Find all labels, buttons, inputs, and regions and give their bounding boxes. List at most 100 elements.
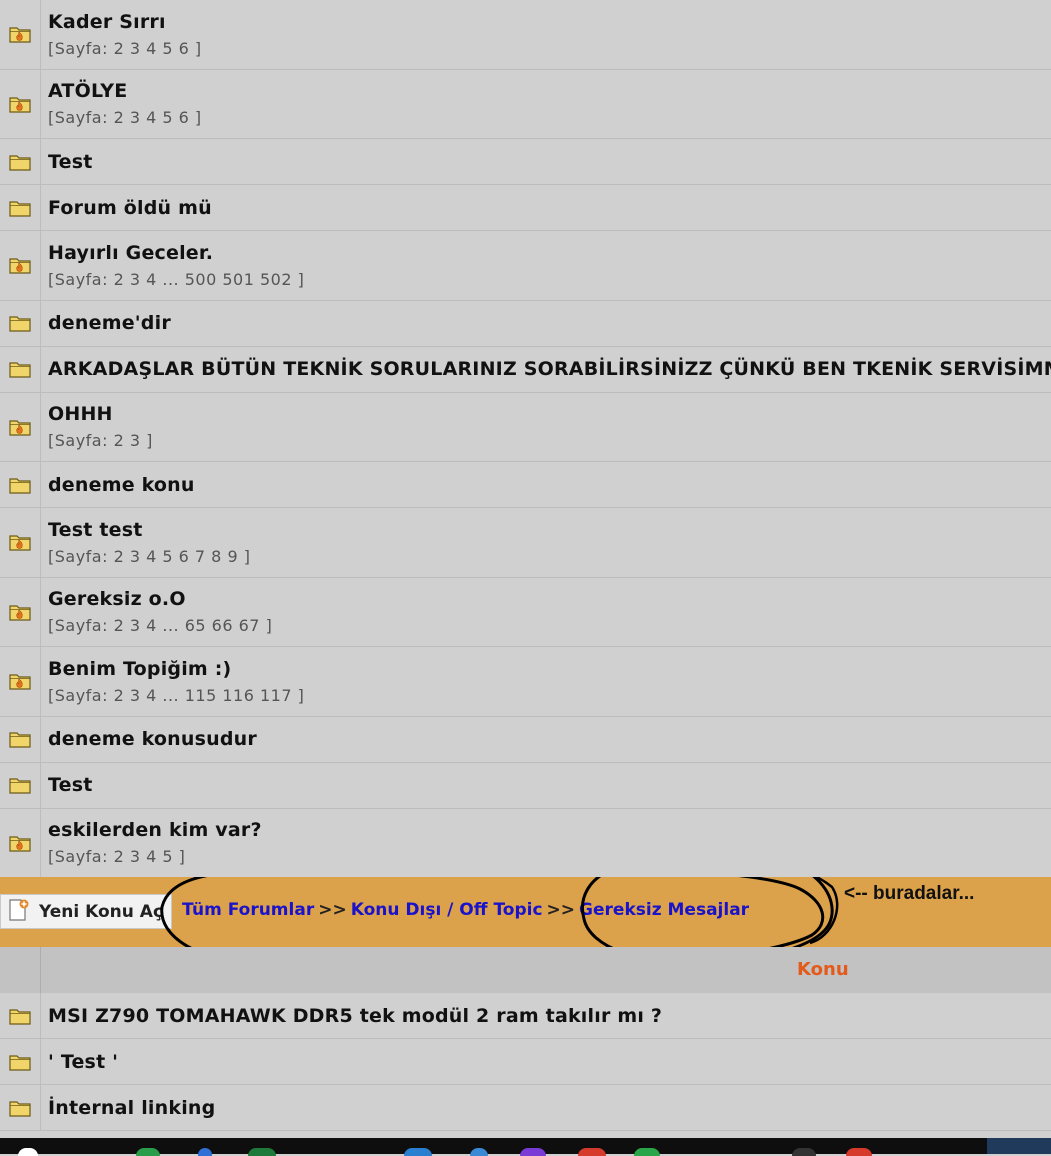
hot-folder-icon (0, 392, 41, 461)
topic-title-link[interactable]: Gereksiz o.O (48, 588, 1051, 610)
topic-title-link[interactable]: Hayırlı Geceler. (48, 242, 1051, 264)
taskbar-active-app[interactable] (987, 1138, 1051, 1154)
topic-pagination[interactable]: [Sayfa: 2 3 4 ... 115 116 117 ] (48, 686, 1051, 705)
hot-folder-icon (0, 508, 41, 577)
folder-icon (0, 346, 41, 392)
topic-pagination[interactable]: [Sayfa: 2 3 4 ... 500 501 502 ] (48, 270, 1051, 289)
taskbar-app-icon[interactable] (404, 1148, 432, 1156)
breadcrumb: Tüm Forumlar >> Konu Dışı / Off Topic >> Ger… (182, 900, 749, 920)
topic-row[interactable]: Test (0, 139, 1051, 185)
topic-title-cell: Benim Topiğim :) [Sayfa: 2 3 4 ... 115 11… (41, 647, 1051, 716)
new-topic-button[interactable]: Yeni Konu Aç (0, 894, 172, 929)
topic-title-link[interactable]: Kader Sırrı (48, 11, 1051, 33)
topic-title-link[interactable]: ' Test ' (48, 1051, 1051, 1073)
topic-row[interactable]: Forum öldü mü (0, 185, 1051, 231)
new-topic-label: Yeni Konu Aç (39, 901, 164, 922)
topic-title-link[interactable]: ARKADAŞLAR BÜTÜN TEKNİK SORULARINIZ SORA… (48, 358, 1051, 380)
hot-folder-icon (0, 69, 41, 138)
topic-pagination[interactable]: [Sayfa: 2 3 4 5 ] (48, 847, 1051, 866)
topic-title-cell: Hayırlı Geceler. [Sayfa: 2 3 4 ... 500 50… (41, 231, 1051, 300)
taskbar-app-icon[interactable] (578, 1148, 606, 1156)
folder-icon (0, 1039, 41, 1084)
topic-title-link[interactable]: OHHH (48, 403, 1051, 425)
topic-title-cell: Kader Sırrı [Sayfa: 2 3 4 5 6 ] (41, 0, 1051, 69)
folder-icon (0, 462, 41, 507)
new-topic-icon (7, 898, 31, 926)
topic-list-header: Konu (0, 947, 1051, 993)
folder-icon (0, 300, 41, 346)
topic-title-link[interactable]: deneme'dir (48, 312, 1051, 334)
breadcrumb-separator: >> (546, 900, 576, 920)
topic-title-cell: MSI Z790 TOMAHAWK DDR5 tek modül 2 ram t… (41, 993, 1051, 1038)
folder-icon (0, 762, 41, 808)
topic-title-link[interactable]: İnternal linking (48, 1097, 1051, 1119)
topic-title-link[interactable]: Benim Topiğim :) (48, 658, 1051, 680)
breadcrumb-separator: >> (318, 900, 347, 920)
topic-title-cell: Forum öldü mü (41, 185, 1051, 230)
topic-pagination[interactable]: [Sayfa: 2 3 4 ... 65 66 67 ] (48, 616, 1051, 635)
folder-icon (0, 716, 41, 762)
topic-row[interactable]: deneme'dir (0, 300, 1051, 347)
topic-row[interactable]: deneme konu (0, 462, 1051, 508)
taskbar-app-icon[interactable] (520, 1148, 546, 1156)
start-icon[interactable] (18, 1148, 38, 1156)
topic-row[interactable]: eskilerden kim var? [Sayfa: 2 3 4 5 ] (0, 808, 1051, 878)
topic-title-cell: ARKADAŞLAR BÜTÜN TEKNİK SORULARINIZ SORA… (41, 347, 1051, 392)
topic-row[interactable]: Benim Topiğim :) [Sayfa: 2 3 4 ... 115 11… (0, 647, 1051, 717)
taskbar-app-icon[interactable] (846, 1148, 872, 1156)
topic-title-link[interactable]: deneme konu (48, 474, 1051, 496)
taskbar-app-icon[interactable] (634, 1148, 660, 1156)
taskbar-app-icon[interactable] (470, 1148, 488, 1156)
topic-title-cell: ' Test ' (41, 1039, 1051, 1084)
breadcrumb-off-topic[interactable]: Konu Dışı / Off Topic (351, 900, 543, 920)
breadcrumb-gereksiz-mesajlar[interactable]: Gereksiz Mesajlar (579, 900, 749, 920)
topic-pagination[interactable]: [Sayfa: 2 3 ] (48, 431, 1051, 450)
topic-row[interactable]: Test (0, 762, 1051, 809)
topic-title-link[interactable]: deneme konusudur (48, 728, 1051, 750)
topic-title-cell: Gereksiz o.O [Sayfa: 2 3 4 ... 65 66 67 ] (41, 578, 1051, 647)
topic-row[interactable]: deneme konusudur (0, 716, 1051, 763)
topic-title-link[interactable]: Test (48, 774, 1051, 796)
folder-icon (0, 993, 41, 1038)
annotation-note: <-- buradalar... (844, 883, 975, 904)
topic-title-link[interactable]: ATÖLYE (48, 80, 1051, 102)
topic-title-cell: OHHH [Sayfa: 2 3 ] (41, 393, 1051, 462)
topic-title-link[interactable]: Forum öldü mü (48, 197, 1051, 219)
topic-row[interactable]: Hayırlı Geceler. [Sayfa: 2 3 4 ... 500 50… (0, 231, 1051, 301)
topic-pagination[interactable]: [Sayfa: 2 3 4 5 6 7 8 9 ] (48, 547, 1051, 566)
hot-folder-icon (0, 808, 41, 877)
topic-title-cell: Test (41, 139, 1051, 184)
topic-title-link[interactable]: Test (48, 151, 1051, 173)
hot-folder-icon (0, 0, 41, 69)
topic-row[interactable]: İnternal linking (0, 1085, 1051, 1131)
folder-icon (0, 139, 41, 184)
topic-row[interactable]: Kader Sırrı [Sayfa: 2 3 4 5 6 ] (0, 0, 1051, 70)
forum-navbar: Yeni Konu Aç Tüm Forumlar >> Konu Dışı / O… (0, 877, 1051, 968)
topic-row[interactable]: Gereksiz o.O [Sayfa: 2 3 4 ... 65 66 67 ] (0, 577, 1051, 647)
topic-row[interactable]: OHHH [Sayfa: 2 3 ] (0, 392, 1051, 462)
topic-title-link[interactable]: eskilerden kim var? (48, 819, 1051, 841)
taskbar-app-icon[interactable] (248, 1148, 276, 1156)
taskbar-app-icon[interactable] (136, 1148, 160, 1156)
hot-folder-icon (0, 577, 41, 646)
topic-row[interactable]: ' Test ' (0, 1039, 1051, 1085)
topic-title-cell: deneme'dir (41, 301, 1051, 346)
hot-folder-icon (0, 231, 41, 300)
taskbar-app-icon[interactable] (198, 1148, 212, 1156)
topic-row[interactable]: MSI Z790 TOMAHAWK DDR5 tek modül 2 ram t… (0, 993, 1051, 1039)
column-header-konu[interactable]: Konu (797, 959, 849, 980)
topic-list-top: Kader Sırrı [Sayfa: 2 3 4 5 6 ] ATÖLYE [Say… (0, 0, 1051, 878)
topic-title-cell: deneme konu (41, 462, 1051, 507)
topic-pagination[interactable]: [Sayfa: 2 3 4 5 6 ] (48, 39, 1051, 58)
topic-pagination[interactable]: [Sayfa: 2 3 4 5 6 ] (48, 108, 1051, 127)
topic-title-cell: deneme konusudur (41, 717, 1051, 762)
breadcrumb-all-forums[interactable]: Tüm Forumlar (182, 900, 314, 920)
topic-row[interactable]: ATÖLYE [Sayfa: 2 3 4 5 6 ] (0, 69, 1051, 139)
topic-title-link[interactable]: Test test (48, 519, 1051, 541)
topic-row[interactable]: Test test [Sayfa: 2 3 4 5 6 7 8 9 ] (0, 508, 1051, 578)
taskbar-app-icon[interactable] (792, 1148, 816, 1156)
topic-title-cell: Test test [Sayfa: 2 3 4 5 6 7 8 9 ] (41, 508, 1051, 577)
topic-title-link[interactable]: MSI Z790 TOMAHAWK DDR5 tek modül 2 ram t… (48, 1005, 1051, 1027)
topic-list-bottom: MSI Z790 TOMAHAWK DDR5 tek modül 2 ram t… (0, 993, 1051, 1131)
topic-row[interactable]: ARKADAŞLAR BÜTÜN TEKNİK SORULARINIZ SORA… (0, 346, 1051, 393)
